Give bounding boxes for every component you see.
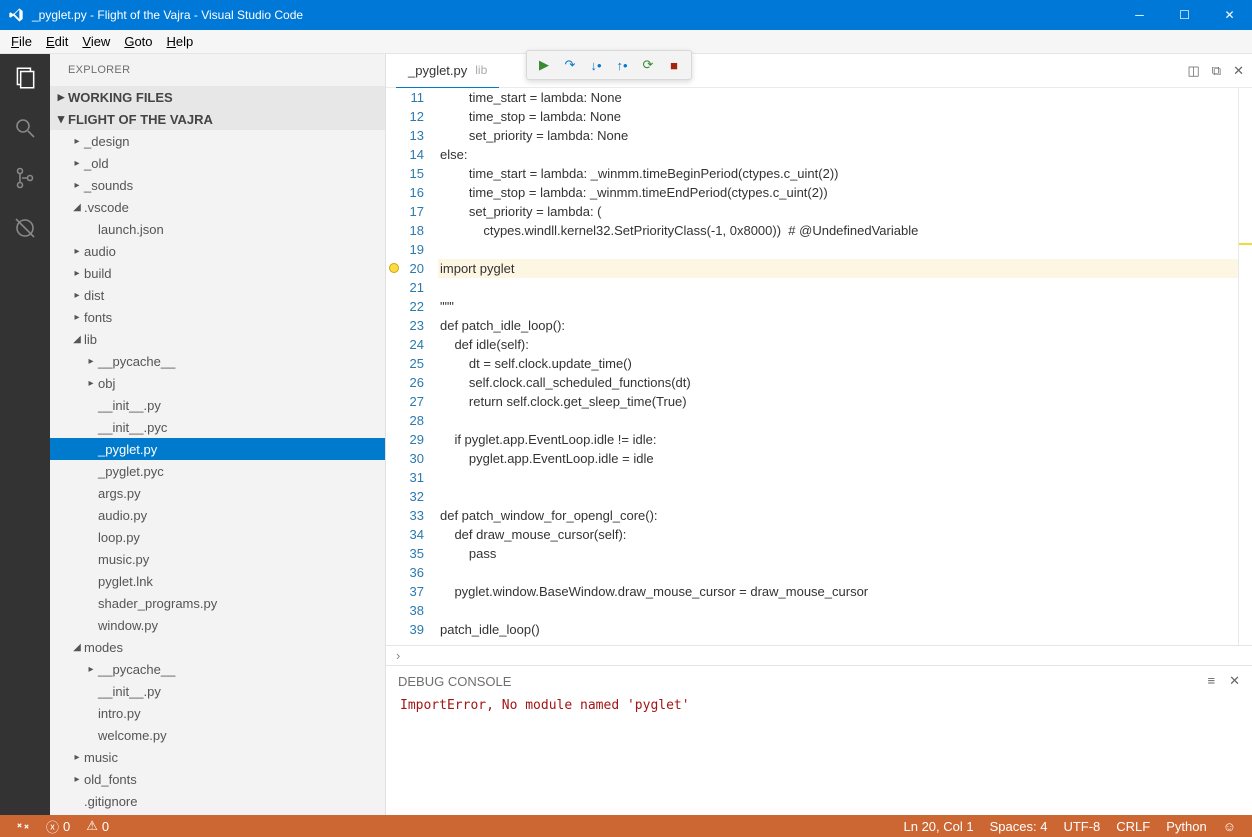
file-item[interactable]: loop.py [50, 526, 385, 548]
file-item[interactable]: _pyglet.pyc [50, 460, 385, 482]
folder-item[interactable]: ▸_design [50, 130, 385, 152]
sidebar-title: EXPLORER [50, 54, 385, 86]
code-editor[interactable]: 1112131415161718192021222324252627282930… [386, 88, 1252, 645]
folder-item[interactable]: ▸_old [50, 152, 385, 174]
folder-item[interactable]: ▸_sounds [50, 174, 385, 196]
debug-console: DEBUG CONSOLE ≡ ✕ ImportError, No module… [386, 665, 1252, 815]
file-item[interactable]: window.py [50, 614, 385, 636]
sidebar: EXPLORER ▸WORKING FILES ▾FLIGHT OF THE V… [50, 54, 386, 815]
debug-step-over-icon[interactable]: ↷ [557, 52, 583, 78]
console-settings-icon[interactable]: ≡ [1208, 673, 1216, 689]
file-item[interactable]: _pyglet.py [50, 438, 385, 460]
minimize-button[interactable]: ─ [1117, 0, 1162, 30]
status-feedback-icon[interactable]: ☺ [1215, 819, 1244, 834]
activity-search-icon[interactable] [11, 114, 39, 142]
file-item[interactable]: audio.py [50, 504, 385, 526]
folder-item[interactable]: ▸obj [50, 372, 385, 394]
file-item[interactable]: music.py [50, 548, 385, 570]
file-item[interactable]: pyglet.lnk [50, 570, 385, 592]
folder-item[interactable]: ▸audio [50, 240, 385, 262]
file-item[interactable]: launch.json [50, 218, 385, 240]
project-header[interactable]: ▾FLIGHT OF THE VAJRA [50, 108, 385, 130]
console-close-icon[interactable]: ✕ [1229, 673, 1240, 689]
debug-step-out-icon[interactable]: ↑• [609, 52, 635, 78]
debug-restart-icon[interactable]: ⟳ [635, 52, 661, 78]
breadcrumb-bar[interactable]: › [386, 645, 1252, 665]
status-warnings[interactable]: ⚠ 0 [78, 818, 117, 834]
status-remote-icon[interactable] [8, 819, 38, 833]
file-item[interactable]: shader_programs.py [50, 592, 385, 614]
folder-item[interactable]: ▸__pycache__ [50, 350, 385, 372]
folder-item[interactable]: ▸music [50, 746, 385, 768]
folder-item[interactable]: ◢lib [50, 328, 385, 350]
menu-file[interactable]: File [4, 31, 39, 52]
overview-ruler[interactable] [1238, 88, 1252, 645]
status-eol[interactable]: CRLF [1108, 819, 1158, 834]
tab-bar: _pyglet.py lib ▶ ↷ ↓• ↑• ⟳ ■ ◫ ⧉ ✕ [386, 54, 1252, 88]
file-item[interactable]: args.py [50, 482, 385, 504]
folder-item[interactable]: ▸build [50, 262, 385, 284]
folder-item[interactable]: ▸fonts [50, 306, 385, 328]
window-title: _pyglet.py - Flight of the Vajra - Visua… [32, 8, 1117, 22]
folder-item[interactable]: ▸old_fonts [50, 768, 385, 790]
split-editor-icon[interactable]: ◫ [1188, 63, 1200, 79]
folder-item[interactable]: ◢.vscode [50, 196, 385, 218]
debug-toolbar: ▶ ↷ ↓• ↑• ⟳ ■ [526, 50, 692, 80]
file-item[interactable]: __init__.py [50, 394, 385, 416]
file-item[interactable]: .gitignore [50, 790, 385, 812]
menu-view[interactable]: View [75, 31, 117, 52]
app-icon [8, 7, 24, 23]
debug-step-into-icon[interactable]: ↓• [583, 52, 609, 78]
file-item[interactable]: welcome.py [50, 724, 385, 746]
activity-bar [0, 54, 50, 815]
activity-debug-icon[interactable] [11, 214, 39, 242]
file-item[interactable]: __init__.py [50, 680, 385, 702]
status-errors[interactable]: ⓧ 0 [38, 817, 78, 836]
file-tree: ▸_design▸_old▸_sounds◢.vscodelaunch.json… [50, 130, 385, 815]
status-language[interactable]: Python [1158, 819, 1214, 834]
status-cursor[interactable]: Ln 20, Col 1 [896, 819, 982, 834]
editor-group: _pyglet.py lib ▶ ↷ ↓• ↑• ⟳ ■ ◫ ⧉ ✕ 11121… [386, 54, 1252, 815]
more-icon[interactable]: ⧉ [1212, 63, 1221, 79]
debug-stop-icon[interactable]: ■ [661, 52, 687, 78]
status-encoding[interactable]: UTF-8 [1055, 819, 1108, 834]
menu-edit[interactable]: Edit [39, 31, 75, 52]
activity-git-icon[interactable] [11, 164, 39, 192]
debug-console-title: DEBUG CONSOLE [398, 674, 511, 689]
close-editor-icon[interactable]: ✕ [1233, 63, 1244, 79]
tab-pyglet[interactable]: _pyglet.py lib [396, 54, 499, 88]
debug-continue-icon[interactable]: ▶ [531, 52, 557, 78]
folder-item[interactable]: ▸__pycache__ [50, 658, 385, 680]
working-files-header[interactable]: ▸WORKING FILES [50, 86, 385, 108]
menu-goto[interactable]: Goto [117, 31, 159, 52]
close-button[interactable]: ✕ [1207, 0, 1252, 30]
file-item[interactable]: __init__.pyc [50, 416, 385, 438]
folder-item[interactable]: ◢modes [50, 636, 385, 658]
title-bar: _pyglet.py - Flight of the Vajra - Visua… [0, 0, 1252, 30]
maximize-button[interactable]: ☐ [1162, 0, 1207, 30]
breakpoint-glyph[interactable] [389, 263, 399, 273]
status-bar: ⓧ 0 ⚠ 0 Ln 20, Col 1 Spaces: 4 UTF-8 CRL… [0, 815, 1252, 837]
menu-help[interactable]: Help [160, 31, 201, 52]
file-item[interactable]: intro.py [50, 702, 385, 724]
status-indent[interactable]: Spaces: 4 [982, 819, 1056, 834]
activity-explorer-icon[interactable] [11, 64, 39, 92]
folder-item[interactable]: ▸dist [50, 284, 385, 306]
console-output: ImportError, No module named 'pyglet' [386, 696, 1252, 715]
